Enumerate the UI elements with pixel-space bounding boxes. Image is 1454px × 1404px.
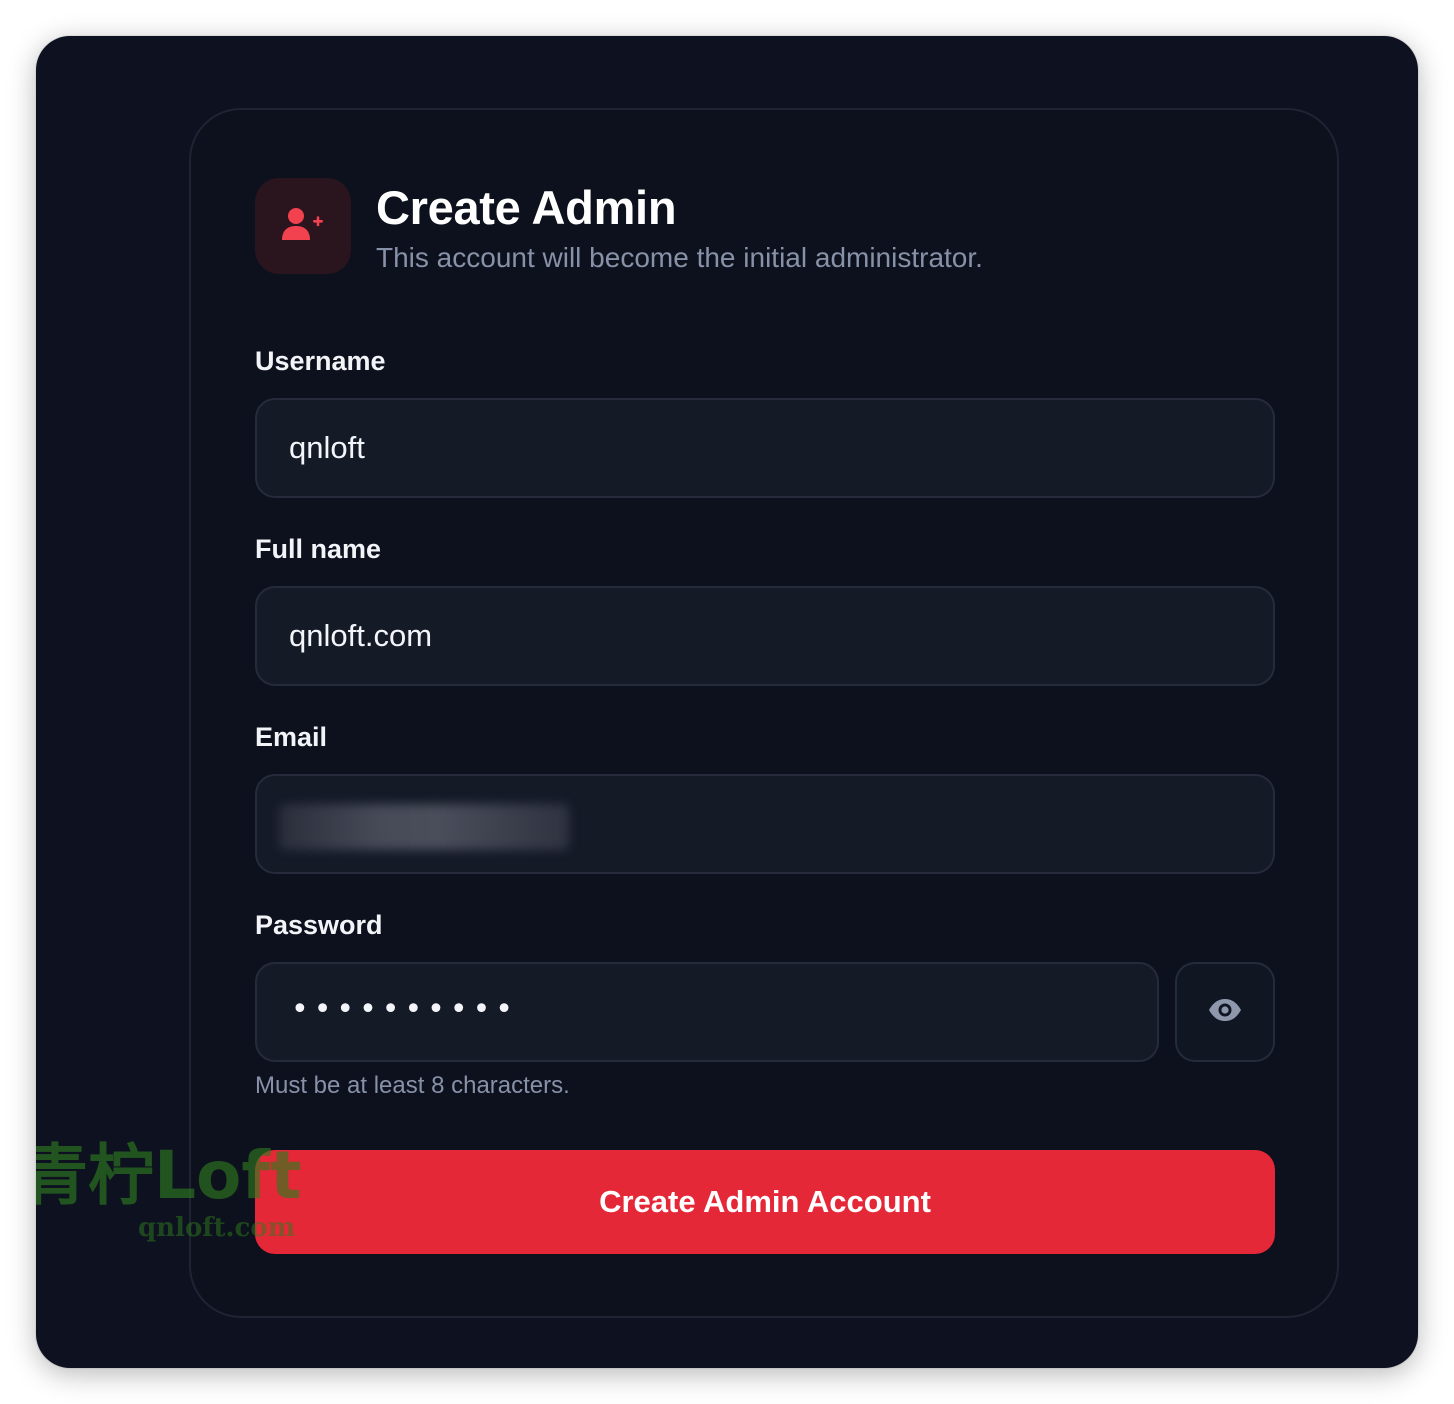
username-label: Username [255, 346, 386, 376]
password-field[interactable]: •••••••••• [255, 962, 1159, 1062]
user-plus-icon [281, 206, 325, 247]
page-title: Create Admin [376, 181, 677, 234]
full-name-field[interactable] [255, 586, 1275, 686]
page-subtitle: This account will become the initial adm… [376, 242, 983, 273]
avatar [255, 178, 351, 274]
password-masked-value: •••••••••• [291, 992, 518, 1027]
username-field[interactable] [255, 398, 1275, 498]
password-hint: Must be at least 8 characters. [255, 1072, 570, 1099]
full-name-label: Full name [255, 534, 382, 564]
redacted-email-value [279, 804, 569, 850]
full-name-input[interactable] [257, 588, 1273, 684]
create-admin-card: Create Admin This account will become th… [189, 108, 1339, 1318]
email-field[interactable] [255, 774, 1275, 874]
create-admin-account-button[interactable]: Create Admin Account [255, 1150, 1275, 1254]
eye-icon [1208, 998, 1242, 1027]
toggle-password-visibility-button[interactable] [1175, 962, 1275, 1062]
password-label: Password [255, 910, 383, 940]
username-input[interactable] [257, 400, 1273, 496]
email-label: Email [255, 722, 328, 752]
app-window: Create Admin This account will become th… [36, 36, 1418, 1368]
